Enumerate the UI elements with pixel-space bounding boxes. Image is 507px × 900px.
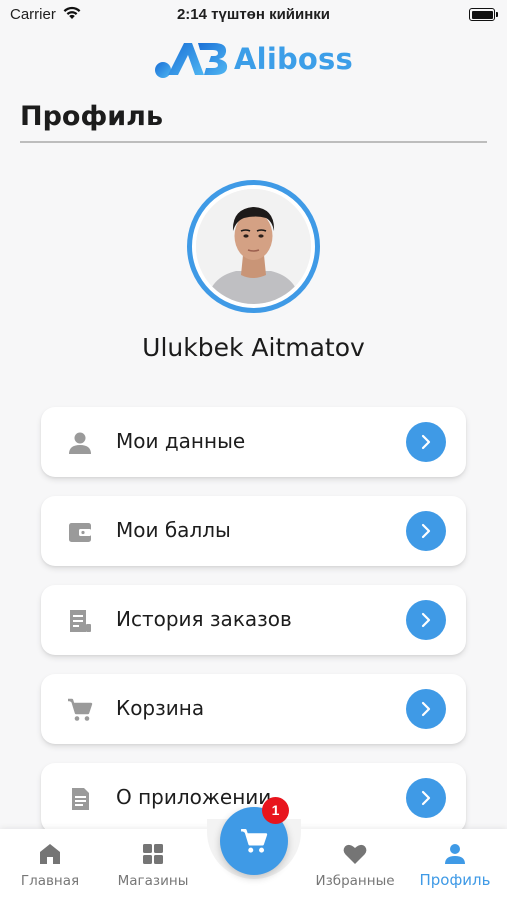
status-time: 2:14 түштөн кийинки xyxy=(176,6,331,23)
nav-item-stores[interactable]: Магазины xyxy=(103,829,203,900)
brand-name: Aliboss xyxy=(234,42,353,76)
avatar xyxy=(196,189,311,304)
menu-item-label: Корзина xyxy=(116,696,205,720)
nav-item-home[interactable]: Главная xyxy=(0,829,100,900)
grid-icon xyxy=(143,844,163,864)
document-icon xyxy=(67,786,93,812)
profile-icon xyxy=(445,844,465,864)
chevron-right-icon[interactable] xyxy=(406,778,446,818)
cart-icon xyxy=(67,697,93,723)
chevron-right-icon[interactable] xyxy=(406,511,446,551)
avatar-frame[interactable] xyxy=(187,180,320,313)
menu-item-my-data[interactable]: Мои данные xyxy=(41,407,466,477)
nav-item-profile[interactable]: Профиль xyxy=(405,829,505,900)
chevron-right-icon[interactable] xyxy=(406,600,446,640)
nav-label: Главная xyxy=(20,873,80,889)
person-icon xyxy=(67,430,93,456)
cart-count-badge: 1 xyxy=(262,797,289,824)
battery-icon xyxy=(469,8,498,21)
cart-icon xyxy=(241,828,268,853)
home-icon xyxy=(40,844,60,864)
wallet-icon xyxy=(67,519,93,545)
nav-label: Избранные xyxy=(315,873,395,889)
aliboss-logo-mark xyxy=(154,39,230,79)
user-name: Ulukbek Aitmatov xyxy=(142,333,365,362)
menu-item-label: Мои баллы xyxy=(116,518,231,542)
title-divider xyxy=(20,141,487,143)
chevron-right-icon[interactable] xyxy=(406,689,446,729)
status-bar: Carrier 2:14 түштөн кийинки xyxy=(0,0,507,30)
nav-label: Профиль xyxy=(419,871,491,889)
nav-label: Магазины xyxy=(117,873,189,889)
menu-item-label: О приложении xyxy=(116,785,272,809)
menu-item-my-points[interactable]: Мои баллы xyxy=(41,496,466,566)
receipt-icon xyxy=(67,608,93,634)
menu-item-order-history[interactable]: История заказов xyxy=(41,585,466,655)
menu-item-label: История заказов xyxy=(116,607,292,631)
heart-icon xyxy=(343,844,367,864)
chevron-right-icon[interactable] xyxy=(406,422,446,462)
nav-item-favorites[interactable]: Избранные xyxy=(305,829,405,900)
menu-item-label: Мои данные xyxy=(116,429,246,453)
page-title: Профиль xyxy=(20,101,164,132)
brand-logo: Aliboss xyxy=(0,38,507,80)
menu-item-cart[interactable]: Корзина xyxy=(41,674,466,744)
